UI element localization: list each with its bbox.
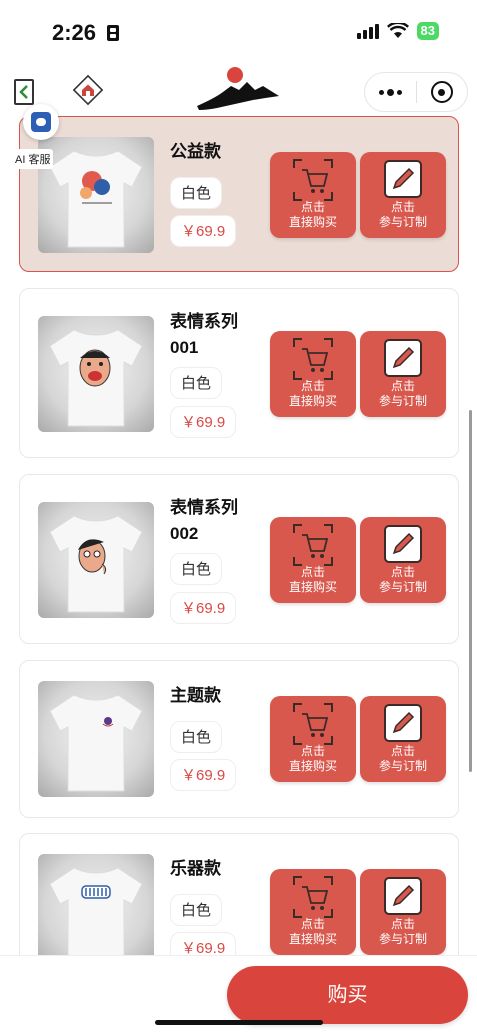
color-option[interactable]: 白色 xyxy=(170,721,223,753)
buy-direct-button[interactable]: 点击 直接购买 xyxy=(270,696,356,782)
product-name: 主题款 xyxy=(170,686,221,705)
customize-label: 点击 参与订制 xyxy=(378,917,427,946)
color-option[interactable]: 白色 xyxy=(170,894,223,926)
color-option[interactable]: 白色 xyxy=(170,553,223,585)
pencil-edit-icon xyxy=(384,525,422,563)
mini-program-capsule xyxy=(364,72,468,112)
price-tag: ￥69.9 xyxy=(170,406,237,438)
bottom-bar: 购买 xyxy=(0,955,477,1035)
pencil-edit-icon xyxy=(384,160,422,198)
product-name: 公益款 xyxy=(170,142,221,161)
ai-service-icon xyxy=(23,104,59,140)
chevron-left-icon xyxy=(19,85,28,99)
product-card[interactable]: 公益款 白色 ￥69.9 点击 直接购买 点击 参与订制 xyxy=(19,116,459,272)
shopping-cart-icon xyxy=(293,524,333,566)
back-button[interactable] xyxy=(14,79,34,105)
ai-service-label: AI 客服 xyxy=(12,149,54,169)
product-image xyxy=(38,316,154,432)
product-image xyxy=(38,854,154,970)
pencil-edit-icon xyxy=(384,704,422,742)
brand-logo xyxy=(197,67,279,110)
buy-direct-button[interactable]: 点击 直接购买 xyxy=(270,331,356,417)
product-name: 表情系列001 xyxy=(170,312,238,357)
buy-direct-label: 点击 直接购买 xyxy=(288,744,337,773)
customize-button[interactable]: 点击 参与订制 xyxy=(360,869,446,955)
shopping-cart-icon xyxy=(293,159,333,201)
buy-direct-label: 点击 直接购买 xyxy=(288,917,337,946)
price-tag: ￥69.9 xyxy=(170,759,237,791)
status-bar: 2:26 83 xyxy=(0,0,477,60)
shopping-cart-icon xyxy=(293,703,333,745)
buy-direct-label: 点击 直接购买 xyxy=(288,565,337,594)
pencil-edit-icon xyxy=(384,877,422,915)
customize-label: 点击 参与订制 xyxy=(378,565,427,594)
customize-button[interactable]: 点击 参与订制 xyxy=(360,331,446,417)
customize-label: 点击 参与订制 xyxy=(378,744,427,773)
buy-direct-button[interactable]: 点击 直接购买 xyxy=(270,152,356,238)
status-indicators: 83 xyxy=(356,22,439,40)
home-indicator xyxy=(155,1020,323,1025)
price-tag: ￥69.9 xyxy=(170,592,237,624)
status-time: 2:26 xyxy=(52,20,97,45)
buy-direct-label: 点击 直接购买 xyxy=(288,379,337,408)
customize-label: 点击 参与订制 xyxy=(378,379,427,408)
cellular-signal-icon xyxy=(356,23,379,39)
buy-direct-label: 点击 直接购买 xyxy=(288,200,337,229)
customize-button[interactable]: 点击 参与订制 xyxy=(360,696,446,782)
shopping-cart-icon xyxy=(293,876,333,918)
navigation-bar xyxy=(0,62,477,122)
buy-button[interactable]: 购买 xyxy=(227,966,468,1024)
shopping-cart-icon xyxy=(293,338,333,380)
product-card[interactable]: 表情系列001 白色 ￥69.9 点击 直接购买 点击 参与订制 xyxy=(19,288,459,458)
ai-service-button[interactable]: AI 客服 xyxy=(12,104,62,172)
pencil-edit-icon xyxy=(384,339,422,377)
customize-button[interactable]: 点击 参与订制 xyxy=(360,152,446,238)
lock-badge-icon xyxy=(107,25,119,41)
product-image xyxy=(38,502,154,618)
product-card[interactable]: 主题款 白色 ￥69.9 点击 直接购买 点击 参与订制 xyxy=(19,660,459,818)
customize-button[interactable]: 点击 参与订制 xyxy=(360,517,446,603)
color-option[interactable]: 白色 xyxy=(170,177,223,209)
battery-indicator: 83 xyxy=(416,22,439,40)
buy-direct-button[interactable]: 点击 直接购买 xyxy=(270,517,356,603)
product-card[interactable]: 表情系列002 白色 ￥69.9 点击 直接购买 点击 参与订制 xyxy=(19,474,459,644)
product-image xyxy=(38,681,154,797)
product-name: 表情系列002 xyxy=(170,498,238,543)
more-dots-icon[interactable] xyxy=(365,73,416,111)
product-name: 乐器款 xyxy=(170,859,221,878)
scrollbar[interactable] xyxy=(469,410,472,772)
buy-direct-button[interactable]: 点击 直接购买 xyxy=(270,869,356,955)
target-close-icon[interactable] xyxy=(417,73,467,111)
home-icon[interactable] xyxy=(72,74,104,106)
price-tag: ￥69.9 xyxy=(170,215,237,247)
customize-label: 点击 参与订制 xyxy=(378,200,427,229)
color-option[interactable]: 白色 xyxy=(170,367,223,399)
wifi-icon xyxy=(386,23,409,38)
